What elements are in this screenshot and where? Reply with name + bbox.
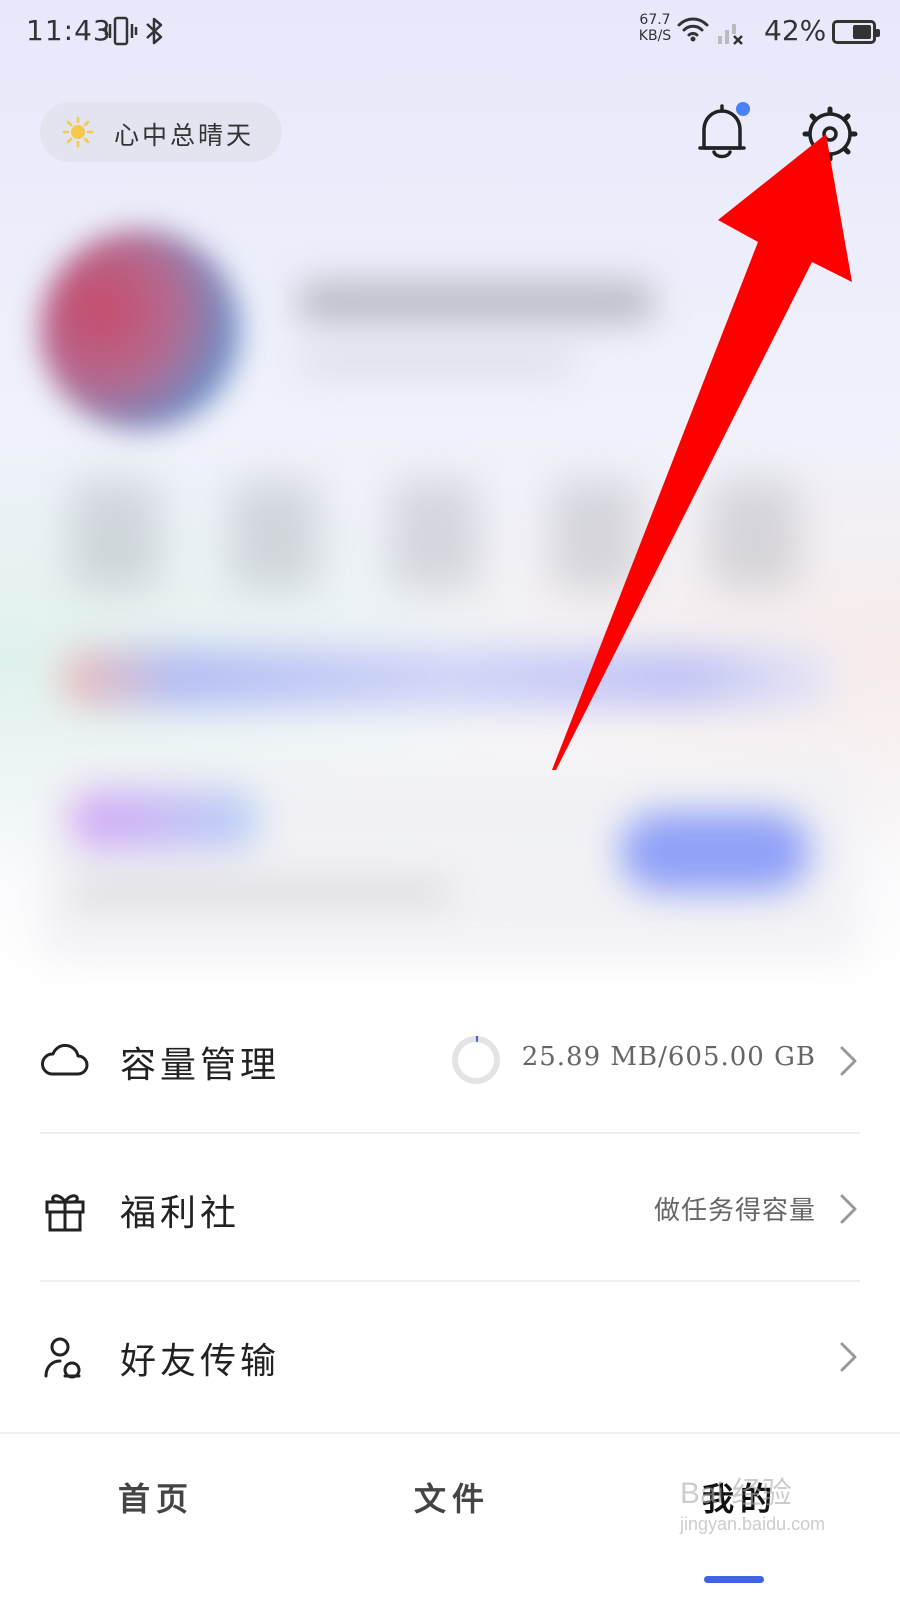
- users-icon: [40, 1332, 90, 1382]
- stat-blurred[interactable]: [390, 480, 480, 590]
- wifi-icon: [676, 14, 710, 48]
- stat-blurred[interactable]: [710, 480, 800, 590]
- list-item-welfare[interactable]: 福利社 做任务得容量: [0, 1134, 900, 1282]
- vip-text-blurred: [70, 880, 450, 904]
- user-subtitle-blurred: [296, 350, 576, 376]
- cloud-icon: [40, 1036, 90, 1086]
- user-name-blurred: [296, 282, 656, 322]
- status-time: 11:43: [26, 14, 112, 47]
- list-item-friend-transfer[interactable]: 好友传输: [0, 1282, 900, 1430]
- promo-strip-blurred[interactable]: [60, 648, 840, 708]
- weather-text: 心中总晴天: [114, 121, 255, 150]
- vip-button-blurred[interactable]: [620, 812, 810, 892]
- notification-dot: [736, 102, 750, 116]
- chevron-right-icon: [838, 1340, 860, 1374]
- tab-files[interactable]: 文件: [414, 1474, 490, 1520]
- welfare-hint: 做任务得容量: [653, 1196, 816, 1226]
- chevron-right-icon: [838, 1192, 860, 1226]
- bluetooth-icon: [142, 14, 168, 52]
- list-item-label: 福利社: [120, 1193, 241, 1234]
- bell-icon: [694, 104, 750, 168]
- gift-icon: [40, 1184, 90, 1234]
- vibrate-icon: [104, 14, 138, 52]
- gear-icon: [800, 106, 860, 168]
- signal-off-icon: [716, 16, 746, 50]
- status-bar: 11:43 67.7 KB/S 42%: [0, 0, 900, 64]
- stat-blurred[interactable]: [70, 480, 160, 590]
- active-tab-indicator: [704, 1576, 764, 1583]
- storage-ring-icon: [450, 1034, 502, 1086]
- battery-percent: 42%: [764, 14, 827, 47]
- watermark-url: jingyan.baidu.com: [680, 1514, 826, 1534]
- chevron-right-icon: [838, 1044, 860, 1078]
- sun-icon: [62, 116, 94, 148]
- net-speed-unit: KB/S: [638, 28, 672, 44]
- vip-badge-blurred: [70, 790, 260, 850]
- list-item-capacity[interactable]: 容量管理 25.89 MB/605.00 GB: [0, 986, 900, 1134]
- watermark: Bai 经验: [680, 1477, 792, 1510]
- list-item-label: 容量管理: [120, 1045, 281, 1086]
- stat-blurred[interactable]: [550, 480, 640, 590]
- storage-usage: 25.89 MB/605.00 GB: [521, 1042, 816, 1072]
- net-speed: 67.7 KB/S: [632, 12, 678, 44]
- tab-home[interactable]: 首页: [118, 1474, 194, 1520]
- settings-button[interactable]: [800, 104, 860, 164]
- menu-list: 容量管理 25.89 MB/605.00 GB 福利社 做任务得容量 好友传输: [0, 986, 900, 1430]
- battery-icon: [832, 20, 880, 44]
- weather-chip[interactable]: 心中总晴天: [40, 102, 282, 162]
- stat-blurred[interactable]: [230, 480, 320, 590]
- net-speed-value: 67.7: [639, 12, 671, 28]
- list-item-label: 好友传输: [120, 1341, 281, 1382]
- avatar[interactable]: [40, 230, 240, 430]
